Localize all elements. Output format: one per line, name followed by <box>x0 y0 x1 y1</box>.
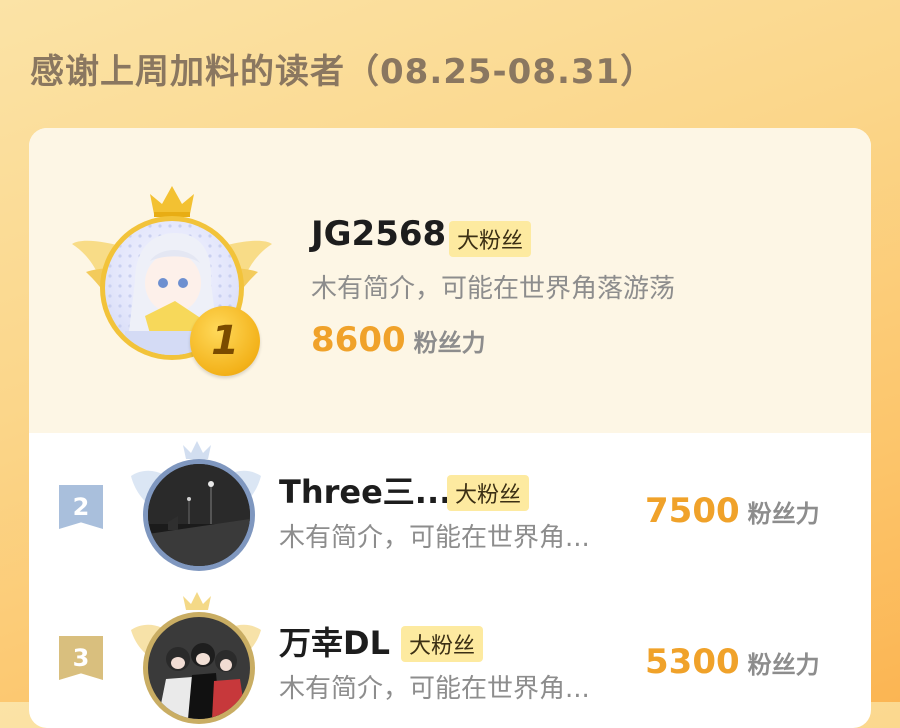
dark-street-avatar-image <box>148 464 250 566</box>
list-item[interactable]: 3 万幸DL 大粉丝 木有简介，可能在世界角... 5300 粉丝力 <box>29 588 871 728</box>
rank-tag: 3 <box>59 636 103 680</box>
fan-level-badge: 大粉丝 <box>449 221 532 257</box>
rank-medal: 1 <box>190 306 260 376</box>
first-avatar-frame: 1 <box>72 184 272 376</box>
user-name[interactable]: Three三... <box>279 467 451 513</box>
score-value: 5300 <box>645 642 740 682</box>
fan-power-score: 8600 粉丝力 <box>311 320 486 360</box>
user-bio: 木有简介，可能在世界角落游荡 <box>311 274 676 304</box>
leaderboard-card: 1 JG2568 大粉丝 木有简介，可能在世界角落游荡 8600 粉丝力 2 T… <box>29 128 871 728</box>
first-place-entry[interactable]: 1 JG2568 大粉丝 木有简介，可能在世界角落游荡 8600 粉丝力 <box>29 128 871 433</box>
list-item[interactable]: 2 Three三... 大粉丝 木有简介，可能在世界角... 7500 粉丝力 <box>29 433 871 593</box>
fan-level-badge: 大粉丝 <box>447 475 530 511</box>
score-unit: 粉丝力 <box>413 329 486 357</box>
user-bio: 木有简介，可能在世界角... <box>279 523 590 553</box>
avatar-frame <box>121 590 271 728</box>
user-bio: 木有简介，可能在世界角... <box>279 674 590 704</box>
score-unit: 粉丝力 <box>747 651 820 679</box>
score-unit: 粉丝力 <box>747 500 820 528</box>
score-value: 8600 <box>311 320 406 360</box>
crown-icon <box>150 186 194 217</box>
fan-power-score: 7500 粉丝力 <box>645 491 820 531</box>
score-value: 7500 <box>645 491 740 531</box>
user-name[interactable]: 万幸DL <box>279 618 390 664</box>
fan-power-score: 5300 粉丝力 <box>645 642 820 682</box>
avatar[interactable] <box>143 459 255 571</box>
rank-tag: 2 <box>59 485 103 529</box>
group-photo-avatar-image <box>148 617 250 719</box>
avatar-frame <box>121 441 271 581</box>
user-name[interactable]: JG2568 <box>311 214 446 254</box>
avatar[interactable] <box>143 612 255 724</box>
page-title: 感谢上周加料的读者（08.25-08.31） <box>30 52 656 92</box>
fan-level-badge: 大粉丝 <box>401 626 484 662</box>
